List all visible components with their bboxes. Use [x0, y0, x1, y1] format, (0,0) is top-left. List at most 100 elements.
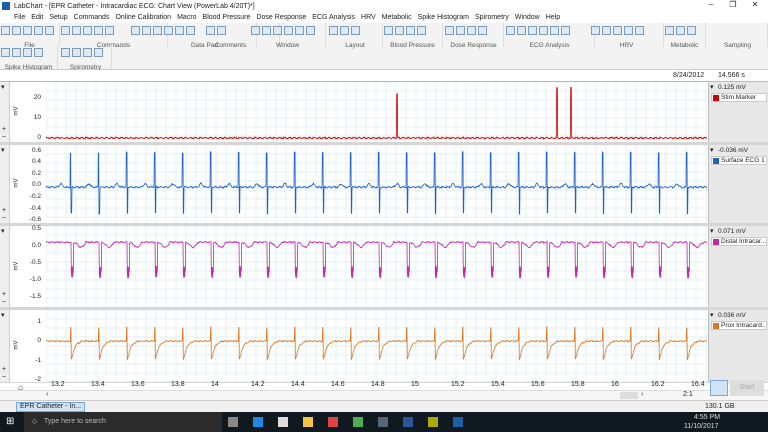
channel-dropdown-arrow[interactable]: ▾	[710, 227, 714, 235]
horizontal-scrollbar[interactable]: ‹ › 2:1	[0, 390, 768, 400]
channel-dropdown-arrow[interactable]: ▾	[710, 146, 714, 154]
channel-name-dropdown[interactable]: Prox Intracard...	[711, 321, 767, 330]
toolbar-icon[interactable]	[406, 26, 415, 35]
toolbar-icon[interactable]	[445, 26, 454, 35]
toolbar-icon[interactable]	[83, 48, 92, 57]
search-box[interactable]: ○ Type here to search	[24, 412, 222, 432]
toolbar-icon[interactable]	[94, 26, 103, 35]
menu-window[interactable]: Window	[515, 14, 540, 21]
toolbar-icon[interactable]	[61, 26, 70, 35]
channel-dropdown-arrow[interactable]: ▾	[710, 311, 714, 319]
menu-edit[interactable]: Edit	[31, 14, 43, 21]
toolbar-icon[interactable]	[676, 26, 685, 35]
toolbar-icon[interactable]	[467, 26, 476, 35]
toolbar-icon[interactable]	[340, 26, 349, 35]
toolbar-icon[interactable]	[1, 26, 10, 35]
toolbar-icon[interactable]	[186, 26, 195, 35]
scale-up-button[interactable]: +	[2, 126, 6, 133]
toolbar-icon[interactable]	[175, 26, 184, 35]
display-settings-button[interactable]	[710, 380, 728, 396]
toolbar-icon[interactable]	[164, 26, 173, 35]
toolbar-icon[interactable]	[478, 26, 487, 35]
menu-ecg-analysis[interactable]: ECG Analysis	[312, 14, 355, 21]
channel-menu-arrow[interactable]: ▾	[1, 83, 5, 91]
toolbar-icon[interactable]	[602, 26, 611, 35]
toolbar-icon[interactable]	[34, 48, 43, 57]
toolbar-icon[interactable]	[550, 26, 559, 35]
toolbar-icon[interactable]	[624, 26, 633, 35]
menu-dose-response[interactable]: Dose Response	[256, 14, 306, 21]
trace-plot[interactable]	[46, 145, 707, 223]
toolbar-icon[interactable]	[351, 26, 360, 35]
toolbar-icon[interactable]	[153, 26, 162, 35]
toolbar-icon[interactable]	[687, 26, 696, 35]
channel-name-dropdown[interactable]: Surface ECG 1	[711, 156, 767, 165]
zoom-ratio[interactable]: 2:1	[683, 391, 693, 398]
scroll-left-arrow[interactable]: ‹	[46, 391, 48, 398]
scale-up-button[interactable]: +	[2, 291, 6, 298]
toolbar-icon[interactable]	[83, 26, 92, 35]
scroll-thumb[interactable]	[620, 392, 638, 399]
menu-macro[interactable]: Macro	[177, 14, 196, 21]
scale-down-button[interactable]: −	[2, 215, 6, 222]
toolbar-icon[interactable]	[262, 26, 271, 35]
document-tab[interactable]: EPR Catheter - In...	[16, 402, 86, 412]
toolbar-icon[interactable]	[131, 26, 140, 35]
toolbar-icon[interactable]	[395, 26, 404, 35]
toolbar-icon[interactable]	[1, 48, 10, 57]
toolbar-icon[interactable]	[217, 26, 226, 35]
start-button[interactable]: Start	[730, 380, 764, 396]
toolbar-icon[interactable]	[591, 26, 600, 35]
toolbar-icon[interactable]	[72, 48, 81, 57]
toolbar-icon[interactable]	[206, 26, 215, 35]
toolbar-icon[interactable]	[528, 26, 537, 35]
toolbar-icon[interactable]	[506, 26, 515, 35]
scale-down-button[interactable]: −	[2, 134, 6, 141]
toolbar-icon[interactable]	[61, 48, 70, 57]
toolbar-icon[interactable]	[45, 26, 54, 35]
toolbar-icon[interactable]	[613, 26, 622, 35]
toolbar-icon[interactable]	[23, 26, 32, 35]
channel-menu-arrow[interactable]: ▾	[1, 227, 5, 235]
scale-down-button[interactable]: −	[2, 374, 6, 381]
toolbar-icon[interactable]	[384, 26, 393, 35]
scale-up-button[interactable]: +	[2, 366, 6, 373]
clock-date[interactable]: 11/10/2017	[684, 423, 719, 430]
toolbar-icon[interactable]	[34, 26, 43, 35]
channel-dropdown-arrow[interactable]: ▾	[710, 83, 714, 91]
menu-spike-histogram[interactable]: Spike Histogram	[418, 14, 469, 21]
toolbar-icon[interactable]	[635, 26, 644, 35]
toolbar-icon[interactable]	[94, 48, 103, 57]
menu-blood-pressure[interactable]: Blood Pressure	[203, 14, 251, 21]
toolbar-icon[interactable]	[561, 26, 570, 35]
menu-commands[interactable]: Commands	[74, 14, 110, 21]
toolbar-icon[interactable]	[456, 26, 465, 35]
toolbar-icon[interactable]	[105, 26, 114, 35]
toolbar-icon[interactable]	[539, 26, 548, 35]
scroll-right-arrow[interactable]: ›	[641, 391, 643, 398]
menu-setup[interactable]: Setup	[49, 14, 67, 21]
toolbar-icon[interactable]	[417, 26, 426, 35]
edge-icon[interactable]	[253, 417, 263, 427]
trace-plot[interactable]	[46, 82, 707, 142]
toolbar-icon[interactable]	[142, 26, 151, 35]
toolbar-icon[interactable]	[306, 26, 315, 35]
channel-menu-arrow[interactable]: ▾	[1, 311, 5, 319]
labchart-icon[interactable]	[453, 417, 463, 427]
channel-name-dropdown[interactable]: Stim Marker	[711, 93, 767, 102]
menu-file[interactable]: File	[14, 14, 25, 21]
scale-down-button[interactable]: −	[2, 299, 6, 306]
file-explorer-icon[interactable]	[303, 417, 313, 427]
itunes-icon[interactable]	[328, 417, 338, 427]
menu-spirometry[interactable]: Spirometry	[475, 14, 509, 21]
task-view-icon[interactable]	[228, 417, 238, 427]
channel-name-dropdown[interactable]: Distal Intracar...	[711, 237, 767, 246]
toolbar-icon[interactable]	[251, 26, 260, 35]
trace-plot[interactable]	[46, 310, 707, 382]
scale-up-button[interactable]: +	[2, 207, 6, 214]
toolbar-icon[interactable]	[12, 48, 21, 57]
toolbar-icon[interactable]	[665, 26, 674, 35]
toolbar-icon[interactable]	[273, 26, 282, 35]
toolbar-icon[interactable]	[12, 26, 21, 35]
store-icon[interactable]	[278, 417, 288, 427]
